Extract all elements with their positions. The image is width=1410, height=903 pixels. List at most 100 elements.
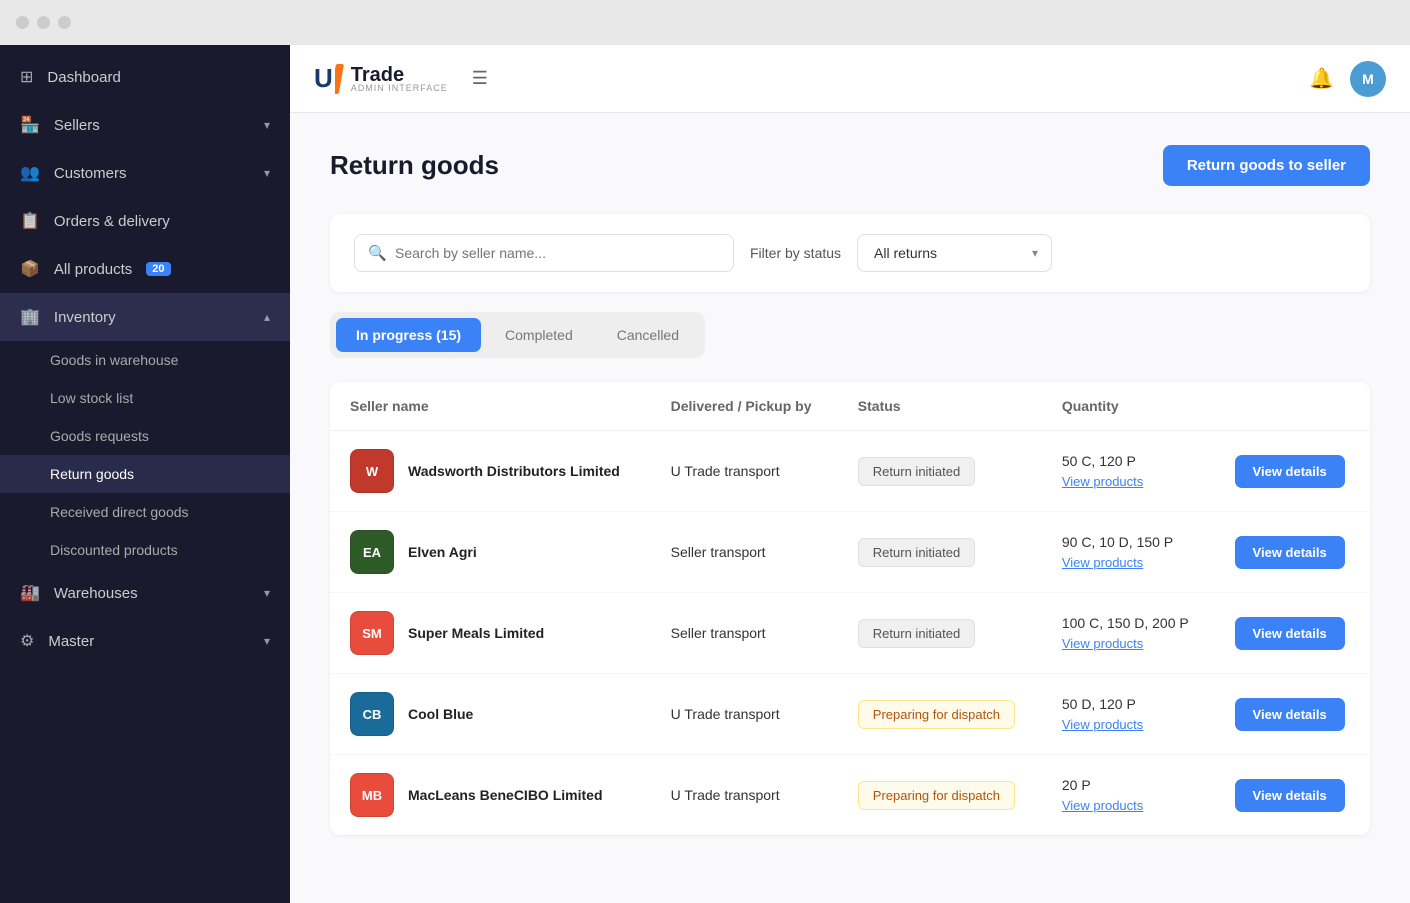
col-status: Status [838, 382, 1042, 431]
submenu-goods-in-warehouse-label: Goods in warehouse [50, 352, 178, 368]
quantity-value-3: 50 D, 120 P [1062, 696, 1136, 712]
table-header: Seller name Delivered / Pickup by Status… [330, 382, 1370, 431]
titlebar-dot-3 [58, 16, 71, 29]
page-header: Return goods Return goods to seller [330, 145, 1370, 186]
status-badge-4: Preparing for dispatch [858, 781, 1015, 810]
submenu-return-goods[interactable]: Return goods [0, 455, 290, 493]
cell-delivery-3: U Trade transport [651, 674, 838, 755]
sidebar-item-customers-label: Customers [54, 165, 127, 182]
table-body: W Wadsworth Distributors Limited U Trade… [330, 431, 1370, 836]
titlebar-dot-1 [16, 16, 29, 29]
submenu-low-stock-list[interactable]: Low stock list [0, 379, 290, 417]
seller-logo-0: W [350, 449, 394, 493]
view-details-button-0[interactable]: View details [1235, 455, 1345, 488]
cell-status-3: Preparing for dispatch [838, 674, 1042, 755]
seller-name-4: MacLeans BeneCIBO Limited [408, 787, 603, 803]
table-row: W Wadsworth Distributors Limited U Trade… [330, 431, 1370, 512]
cell-status-2: Return initiated [838, 593, 1042, 674]
titlebar-dot-2 [37, 16, 50, 29]
tab-completed[interactable]: Completed [485, 318, 593, 352]
view-details-button-3[interactable]: View details [1235, 698, 1345, 731]
tabs-wrapper: In progress (15) Completed Cancelled [330, 312, 705, 358]
submenu-goods-in-warehouse[interactable]: Goods in warehouse [0, 341, 290, 379]
view-products-link-2[interactable]: View products [1062, 634, 1195, 654]
view-products-link-1[interactable]: View products [1062, 553, 1195, 573]
seller-cell-3: CB Cool Blue [350, 692, 631, 736]
warehouses-chevron-icon: ▾ [264, 586, 270, 600]
submenu-received-direct-goods-label: Received direct goods [50, 504, 189, 520]
table-row: EA Elven Agri Seller transport Return in… [330, 512, 1370, 593]
search-input[interactable] [354, 234, 734, 272]
inventory-icon: 🏢 [20, 307, 40, 327]
seller-name-1: Elven Agri [408, 544, 477, 560]
return-goods-to-seller-button[interactable]: Return goods to seller [1163, 145, 1370, 186]
topbar: U Trade ADMIN INTERFACE ☰ 🔔 M [290, 45, 1410, 113]
seller-name-2: Super Meals Limited [408, 625, 544, 641]
tab-in-progress[interactable]: In progress (15) [336, 318, 481, 352]
seller-logo-2: SM [350, 611, 394, 655]
search-icon: 🔍 [368, 244, 387, 262]
view-details-button-2[interactable]: View details [1235, 617, 1345, 650]
sidebar-item-dashboard[interactable]: ⊞ Dashboard [0, 53, 290, 101]
cell-delivery-2: Seller transport [651, 593, 838, 674]
hamburger-icon[interactable]: ☰ [472, 68, 488, 89]
quantity-cell-1: 90 C, 10 D, 150 P View products [1062, 532, 1195, 573]
status-badge-3: Preparing for dispatch [858, 700, 1015, 729]
sidebar-item-dashboard-left: ⊞ Dashboard [20, 67, 121, 87]
seller-name-0: Wadsworth Distributors Limited [408, 463, 620, 479]
status-badge-0: Return initiated [858, 457, 975, 486]
search-wrapper: 🔍 [354, 234, 734, 272]
table-container: Seller name Delivered / Pickup by Status… [330, 382, 1370, 835]
sidebar-item-master[interactable]: ⚙ Master ▾ [0, 617, 290, 665]
submenu-received-direct-goods[interactable]: Received direct goods [0, 493, 290, 531]
seller-cell-1: EA Elven Agri [350, 530, 631, 574]
quantity-value-2: 100 C, 150 D, 200 P [1062, 615, 1189, 631]
view-products-link-4[interactable]: View products [1062, 796, 1195, 816]
submenu-low-stock-list-label: Low stock list [50, 390, 133, 406]
cell-seller-1: EA Elven Agri [330, 512, 651, 593]
view-products-link-3[interactable]: View products [1062, 715, 1195, 735]
view-products-link-0[interactable]: View products [1062, 472, 1195, 492]
sidebar-item-inventory[interactable]: 🏢 Inventory ▴ [0, 293, 290, 341]
sidebar-item-orders[interactable]: 📋 Orders & delivery [0, 197, 290, 245]
view-details-button-4[interactable]: View details [1235, 779, 1345, 812]
sidebar-item-customers[interactable]: 👥 Customers ▾ [0, 149, 290, 197]
sidebar-item-sellers[interactable]: 🏪 Sellers ▾ [0, 101, 290, 149]
view-details-button-1[interactable]: View details [1235, 536, 1345, 569]
status-filter-select[interactable]: All returns Return initiated Preparing f… [857, 234, 1052, 272]
user-avatar[interactable]: M [1350, 61, 1386, 97]
bell-icon[interactable]: 🔔 [1309, 66, 1334, 91]
cell-seller-0: W Wadsworth Distributors Limited [330, 431, 651, 512]
sidebar-item-warehouses[interactable]: 🏭 Warehouses ▾ [0, 569, 290, 617]
seller-cell-2: SM Super Meals Limited [350, 611, 631, 655]
quantity-value-4: 20 P [1062, 777, 1091, 793]
sidebar-item-orders-left: 📋 Orders & delivery [20, 211, 170, 231]
submenu-goods-requests[interactable]: Goods requests [0, 417, 290, 455]
table-row: SM Super Meals Limited Seller transport … [330, 593, 1370, 674]
sidebar-item-allproducts[interactable]: 📦 All products 20 [0, 245, 290, 293]
seller-logo-1: EA [350, 530, 394, 574]
sidebar-item-inventory-left: 🏢 Inventory [20, 307, 116, 327]
master-chevron-icon: ▾ [264, 634, 270, 648]
quantity-cell-4: 20 P View products [1062, 775, 1195, 816]
seller-cell-4: MB MacLeans BeneCIBO Limited [350, 773, 631, 817]
status-badge-1: Return initiated [858, 538, 975, 567]
cell-status-1: Return initiated [838, 512, 1042, 593]
sidebar-main-nav: ⊞ Dashboard 🏪 Sellers ▾ 👥 Customers ▾ [0, 45, 290, 673]
submenu-discounted-products[interactable]: Discounted products [0, 531, 290, 569]
return-goods-table: Seller name Delivered / Pickup by Status… [330, 382, 1370, 835]
table-header-row: Seller name Delivered / Pickup by Status… [330, 382, 1370, 431]
table-row: CB Cool Blue U Trade transport Preparing… [330, 674, 1370, 755]
sellers-chevron-icon: ▾ [264, 118, 270, 132]
cell-delivery-1: Seller transport [651, 512, 838, 593]
logo-slash [335, 64, 345, 94]
logo-subtitle: ADMIN INTERFACE [351, 83, 448, 93]
tab-cancelled[interactable]: Cancelled [597, 318, 699, 352]
cell-status-4: Preparing for dispatch [838, 755, 1042, 836]
sidebar: ⊞ Dashboard 🏪 Sellers ▾ 👥 Customers ▾ [0, 45, 290, 903]
sidebar-item-sellers-left: 🏪 Sellers [20, 115, 100, 135]
status-select-wrapper: All returns Return initiated Preparing f… [857, 234, 1052, 272]
logo-u: U [314, 63, 333, 94]
utrade-logo: U [314, 63, 345, 94]
master-icon: ⚙ [20, 631, 34, 651]
